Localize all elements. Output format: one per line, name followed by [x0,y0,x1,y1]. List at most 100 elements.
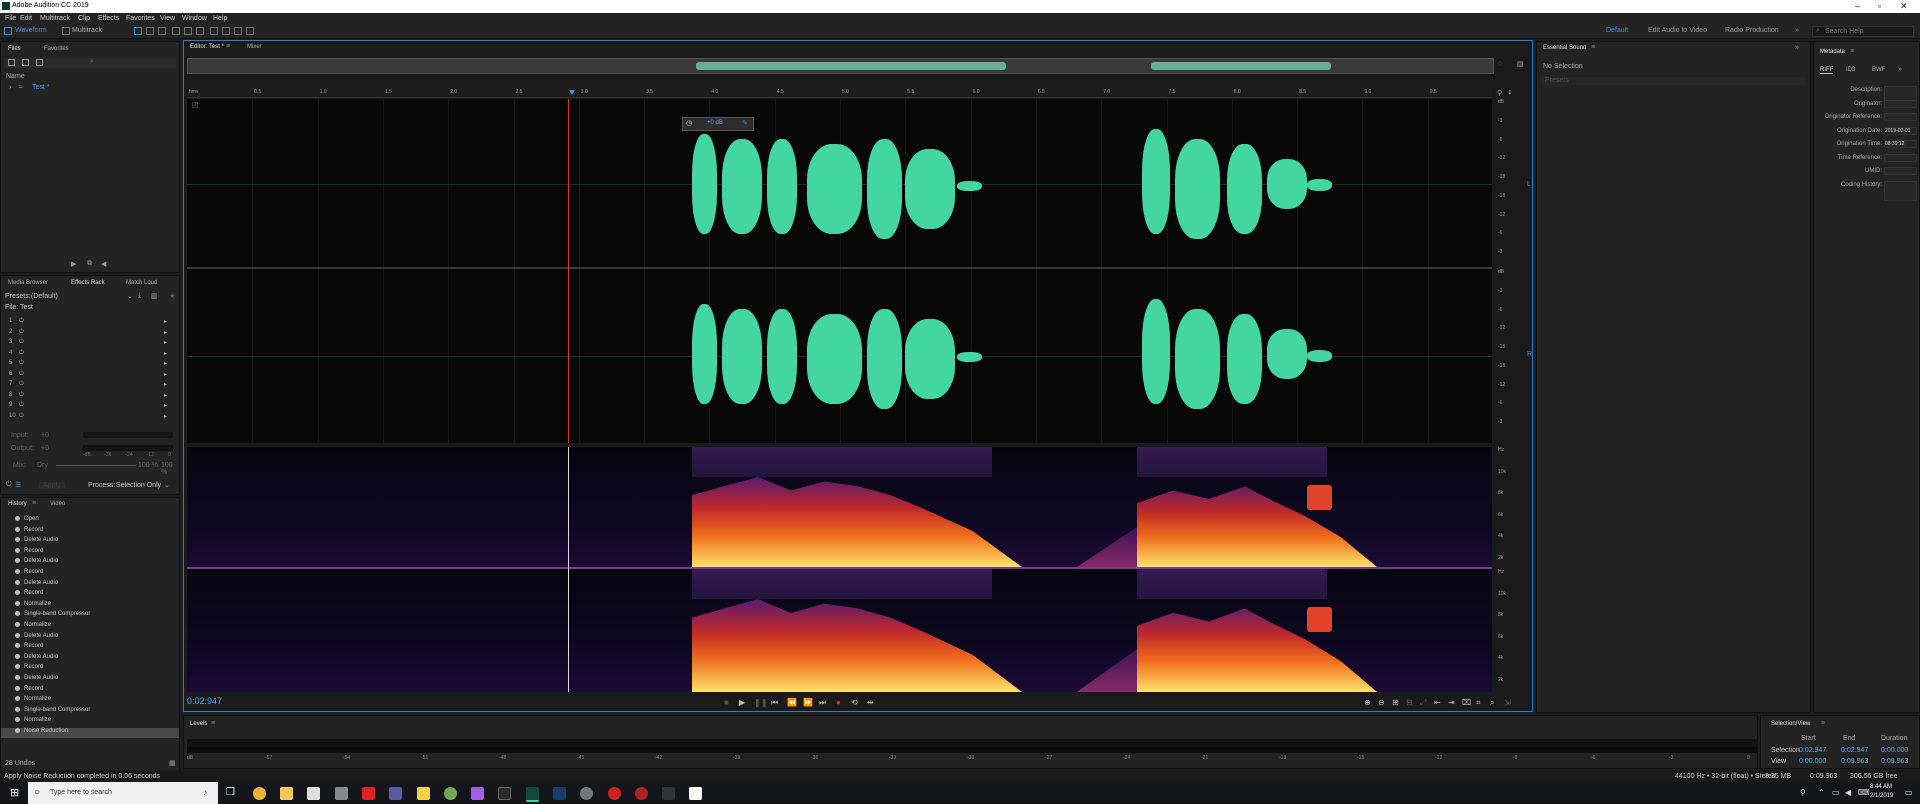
power-icon[interactable]: ⏻ [19,392,24,399]
waveform-display[interactable]: ◰ ◷ +0 dB ✎ [187,99,1492,443]
history-item[interactable]: Noise Reduction [1,728,179,738]
current-time-display[interactable]: 0:02.947 [187,696,222,706]
menu-edit[interactable]: Edit [20,15,32,22]
chrome-icon[interactable] [253,787,266,800]
hud-pin-icon[interactable]: ✎ [742,119,748,127]
spot-healing-icon[interactable] [246,27,254,35]
effect-slot[interactable]: 4 ⏻ ▸ [1,350,173,360]
play-preview-icon[interactable]: ▶ [71,260,76,268]
tab-favorites[interactable]: Favorites [44,46,69,52]
hud-volume-control[interactable]: ◷ +0 dB ✎ [682,117,754,131]
store-icon[interactable] [307,787,320,800]
effect-slot[interactable]: 6 ⏻ ▸ [1,371,173,381]
view-end[interactable]: 0:09.963 [1841,758,1868,765]
stop-icon[interactable]: ■ [724,698,729,707]
task-view-icon[interactable]: ❐ [226,787,235,798]
hud-volume-value[interactable]: +0 dB [707,120,723,126]
menu-file[interactable]: File [5,15,16,22]
open-file-icon[interactable] [8,59,15,66]
app-green-icon[interactable] [444,787,457,800]
record-icon[interactable]: ● [836,698,841,707]
tab-editor[interactable]: Editor: Test * [190,44,224,50]
slot-arrow-icon[interactable]: ▸ [164,381,167,388]
power-icon[interactable]: ⏻ [19,413,24,420]
history-item[interactable]: Delete Audio [1,558,179,568]
history-item[interactable]: Record [1,547,179,558]
more-tabs-icon[interactable]: » [1898,66,1902,73]
process-dropdown[interactable]: Selection Only [116,482,161,489]
slot-arrow-icon[interactable]: ▸ [164,350,167,357]
photos-icon[interactable] [498,787,511,800]
history-item[interactable]: Delete Audio [1,579,179,590]
menu-favorites[interactable]: Favorites [126,15,155,22]
loop-icon[interactable]: ⟲ [851,698,858,707]
insert-icon[interactable]: ⧉ [87,260,92,268]
menu-effects[interactable]: Effects [98,15,119,22]
delete-preset-icon[interactable]: ▥ [151,292,158,300]
menu-view[interactable]: View [160,15,175,22]
lasso-tool-icon[interactable] [222,27,230,35]
spectral-display[interactable] [187,447,1492,692]
skip-forward-icon[interactable]: ⏭ [819,698,826,708]
zoom-lock-icon[interactable]: ☆ [1497,60,1503,68]
frequency-display-icon[interactable] [146,27,154,35]
multitrack-icon[interactable] [62,27,70,35]
hud-knob-icon[interactable]: ◷ [686,119,692,127]
minimize-icon[interactable]: – [1855,1,1860,11]
history-item[interactable]: Single-band Compressor [1,611,179,621]
history-item[interactable]: Record [1,685,179,696]
selection-view-title[interactable]: Selection/View [1771,721,1810,727]
levels-menu-icon[interactable]: ≡ [211,720,215,727]
zoom-in-time-icon[interactable]: ⊞ [1392,698,1399,707]
levels-title[interactable]: Levels [190,721,207,727]
name-column-header[interactable]: Name [6,73,25,80]
tray-keyboard-icon[interactable]: ⌨ [1858,788,1870,797]
tab-history[interactable]: History [8,501,27,507]
history-item[interactable]: Normalize [1,717,179,727]
menu-window[interactable]: Window [182,15,207,22]
power-icon[interactable]: ⏻ [19,350,24,357]
editor-menu-icon[interactable]: ≡ [226,43,230,50]
app-dark-icon[interactable] [662,787,675,800]
power-icon[interactable]: ⏻ [6,481,12,489]
time-ruler[interactable]: hms 0.5 1.0 1.5 2.0 2.5 3.0 3.5 4.0 4.5 5.0 5.5 6.0 6… [187,88,1492,98]
apply-button[interactable]: Apply [39,482,65,489]
zoom-icon[interactable]: ⌕ [1490,698,1494,708]
history-item[interactable]: Delete Audio [1,653,179,664]
history-item[interactable]: Record [1,526,179,537]
timing-icon[interactable]: ⇞ [1507,89,1513,97]
selection-menu-icon[interactable]: ≡ [1821,720,1825,727]
menu-multitrack[interactable]: Multitrack [40,15,70,22]
power-icon[interactable]: ⏻ [19,371,24,378]
notifications-icon[interactable]: ▭ [1905,788,1913,797]
delete-history-icon[interactable]: ▦ [169,759,176,767]
metadata-field-input[interactable]: 08:39:12 [1884,140,1917,148]
list-icon[interactable]: ☰ [15,481,21,489]
input-value[interactable]: +0 [41,432,49,439]
tab-files[interactable]: Files [8,46,21,52]
process-chevron-icon[interactable]: ⌄ [164,481,170,489]
tray-network-icon[interactable]: ▭ [1832,788,1840,797]
tab-effects-rack[interactable]: Effects Rack [71,280,105,286]
slot-arrow-icon[interactable]: ▸ [164,371,167,378]
history-item[interactable]: Record [1,664,179,674]
slot-arrow-icon[interactable]: ▸ [164,413,167,420]
essential-sound-title[interactable]: Essential Sound [1543,45,1586,51]
tray-chevron-icon[interactable]: ⌃ [1818,788,1825,797]
selection-duration[interactable]: 0:00.000 [1881,747,1908,754]
menu-clip[interactable]: Clip [78,15,90,22]
close-icon[interactable]: ✕ [1900,1,1908,12]
new-file-icon[interactable] [36,59,43,66]
metadata-field-input[interactable]: 2019-02-01 [1884,126,1917,135]
tab-mixer[interactable]: Mixer [247,44,262,50]
multitrack-button[interactable]: Multitrack [72,27,102,35]
playhead-marker[interactable] [569,90,575,95]
file-item-test[interactable]: Test * [32,84,50,91]
selection-start[interactable]: 0:02.947 [1799,747,1826,754]
slot-arrow-icon[interactable]: ▸ [164,402,167,409]
history-item[interactable]: Normalize [1,622,179,632]
effect-slot[interactable]: 9 ⏻ ▸ [1,402,173,412]
taskbar-time[interactable]: 8:44 AM [1870,784,1892,790]
effect-slot[interactable]: 3 ⏻ ▸ [1,339,173,349]
collapse-panel-icon[interactable]: » [1795,44,1799,51]
